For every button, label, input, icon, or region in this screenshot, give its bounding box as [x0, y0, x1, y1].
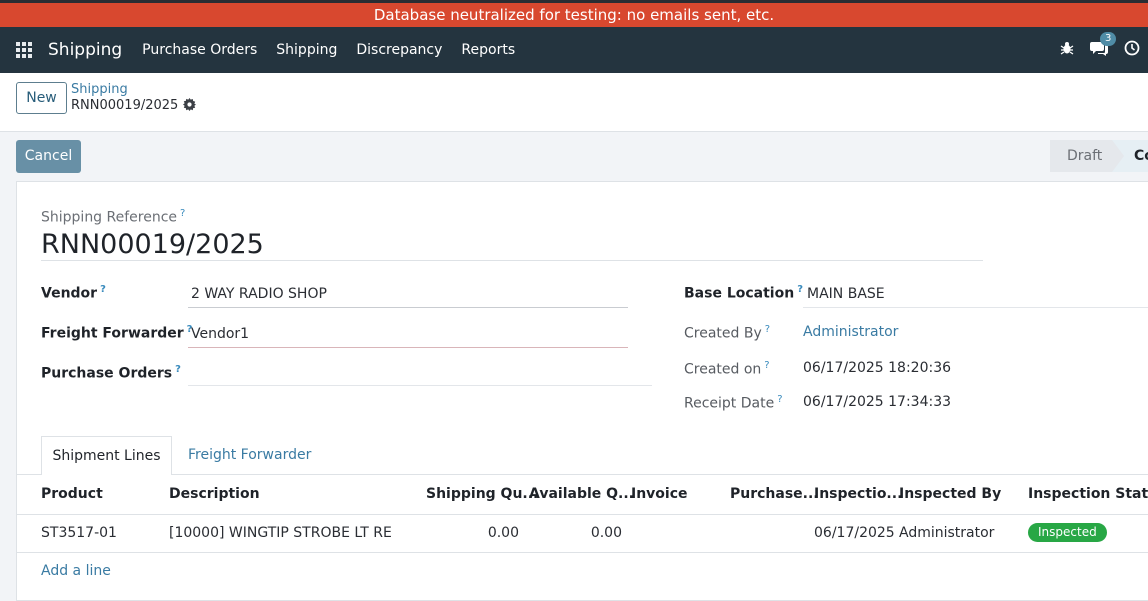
vendor-field[interactable]: 2 WAY RADIO SHOP	[191, 286, 327, 302]
base-location-field[interactable]: MAIN BASE	[807, 286, 885, 302]
base-location-underline	[803, 307, 1148, 308]
col-description[interactable]: Description	[169, 486, 260, 502]
help-icon: ?	[777, 394, 783, 405]
header-divider	[16, 514, 1148, 515]
bug-icon[interactable]	[1060, 41, 1074, 59]
created-on-label: Created on?	[684, 360, 770, 378]
help-icon: ?	[100, 284, 106, 295]
cancel-button[interactable]: Cancel	[16, 140, 81, 173]
purchase-orders-field[interactable]	[191, 366, 651, 384]
status-draft[interactable]: Draft	[1050, 140, 1112, 172]
main-navbar: Shipping Purchase Orders Shipping Discre…	[0, 27, 1148, 73]
help-icon: ?	[175, 364, 181, 375]
col-inspection-status[interactable]: Inspection Status	[1028, 486, 1148, 502]
help-icon: ?	[180, 208, 186, 219]
help-icon: ?	[797, 284, 803, 295]
help-icon: ?	[764, 324, 771, 335]
purchase-orders-label: Purchase Orders?	[41, 364, 181, 382]
reference-underline	[41, 260, 983, 261]
created-by-link[interactable]: Administrator	[803, 324, 898, 340]
base-location-label: Base Location?	[684, 284, 803, 302]
control-panel: New Shipping RNN00019/2025	[0, 73, 1148, 132]
messages-count-badge: 3	[1100, 32, 1117, 46]
cell-inspection-date[interactable]: 06/17/2025	[814, 525, 895, 541]
row-divider	[16, 552, 1148, 553]
purchase-orders-underline	[188, 385, 652, 386]
status-badge: Inspected	[1028, 523, 1107, 542]
freight-forwarder-underline	[188, 347, 628, 348]
vendor-underline	[188, 307, 628, 308]
cell-description[interactable]: [10000] WINGTIP STROBE LT RE	[169, 525, 392, 541]
neutralized-banner: Database neutralized for testing: no ema…	[0, 3, 1148, 27]
new-button[interactable]: New	[16, 82, 67, 114]
tab-freight-forwarder[interactable]: Freight Forwarder	[188, 447, 311, 463]
app-brand[interactable]: Shipping	[48, 40, 122, 60]
col-available-qty[interactable]: Available Q...	[529, 486, 634, 502]
shipping-reference-label: Shipping Reference?	[41, 208, 186, 226]
menu-discrepancy[interactable]: Discrepancy	[356, 42, 442, 58]
cell-shipping-qty[interactable]: 0.00	[426, 525, 519, 541]
col-shipping-qty[interactable]: Shipping Qu...	[426, 486, 538, 502]
col-invoice[interactable]: Invoice	[631, 486, 688, 502]
clock-icon[interactable]	[1124, 40, 1140, 60]
navbar-systray: 3	[1060, 27, 1148, 73]
cell-product[interactable]: ST3517-01	[41, 525, 117, 541]
menu-purchase-orders[interactable]: Purchase Orders	[142, 42, 257, 58]
col-purchase[interactable]: Purchase...	[730, 486, 819, 502]
status-confirmed[interactable]: Co	[1112, 140, 1148, 172]
gear-icon[interactable]	[183, 98, 196, 115]
col-product[interactable]: Product	[41, 486, 103, 502]
created-on-value: 06/17/2025 18:20:36	[803, 360, 952, 376]
cell-inspected-by[interactable]: Administrator	[899, 525, 994, 541]
breadcrumb-parent-link[interactable]: Shipping	[71, 82, 128, 97]
freight-forwarder-label: Freight Forwarder?	[41, 324, 193, 342]
breadcrumb-current: RNN00019/2025	[71, 98, 179, 113]
freight-forwarder-field[interactable]: Vendor1	[191, 326, 249, 342]
apps-grid-icon[interactable]	[16, 42, 32, 58]
tabs-baseline	[16, 474, 1148, 475]
help-icon: ?	[764, 360, 770, 371]
shipping-reference-value[interactable]: RNN00019/2025	[41, 229, 264, 260]
cell-available-qty[interactable]: 0.00	[529, 525, 622, 541]
chat-icon[interactable]: 3	[1090, 32, 1117, 60]
menu-shipping[interactable]: Shipping	[276, 42, 337, 58]
created-by-label: Created By?	[684, 324, 771, 342]
receipt-date-value: 06/17/2025 17:34:33	[803, 394, 952, 410]
menu-reports[interactable]: Reports	[461, 42, 515, 58]
col-inspection-date[interactable]: Inspectio...	[814, 486, 902, 502]
tab-shipment-lines[interactable]: Shipment Lines	[41, 436, 172, 475]
top-menu: Purchase Orders Shipping Discrepancy Rep…	[142, 42, 534, 58]
add-line-link[interactable]: Add a line	[41, 563, 111, 579]
receipt-date-label: Receipt Date?	[684, 394, 783, 412]
vendor-label: Vendor?	[41, 284, 106, 302]
col-inspected-by[interactable]: Inspected By	[899, 486, 1001, 502]
